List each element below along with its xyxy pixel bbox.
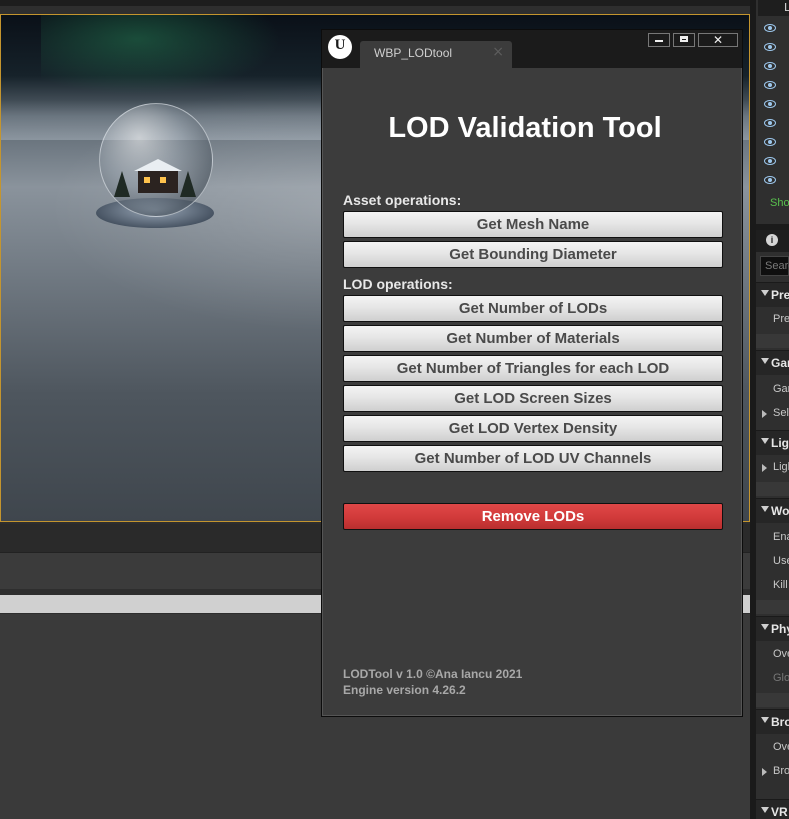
details-search-input[interactable]: Searc — [760, 256, 789, 276]
details-panel: L Sho i Searc Pre Pre Gar Gar Sel Ligh L… — [756, 0, 789, 819]
property-row[interactable]: Sel — [756, 402, 789, 426]
tab-label: WBP_LODtool — [374, 46, 453, 60]
category-header[interactable]: Ligh — [756, 430, 789, 455]
list-item[interactable] — [756, 132, 789, 151]
outliner-tab[interactable]: L — [758, 0, 789, 16]
property-row[interactable]: Pre — [756, 308, 789, 332]
category-header[interactable]: VR — [756, 799, 789, 819]
category-header[interactable]: Bro — [756, 709, 789, 734]
cabin — [134, 159, 182, 193]
category-spacer — [756, 334, 789, 348]
eye-icon[interactable] — [764, 137, 776, 146]
tree-left — [114, 171, 130, 197]
category-header[interactable]: Pre — [756, 282, 789, 307]
get-bounding-diameter-button[interactable]: Get Bounding Diameter — [343, 241, 723, 268]
info-icon: i — [766, 234, 778, 246]
page-title: LOD Validation Tool — [388, 112, 662, 144]
property-row[interactable]: Ove — [756, 643, 789, 667]
list-item[interactable] — [756, 151, 789, 170]
property-row[interactable]: Bro — [756, 760, 789, 784]
chevron-down-icon — [761, 290, 769, 296]
eye-icon[interactable] — [764, 80, 776, 89]
category-spacer — [756, 482, 789, 496]
maximize-button[interactable] — [673, 33, 695, 47]
snowglobe-mesh[interactable] — [96, 103, 216, 233]
property-row: Glo — [773, 672, 789, 684]
engine-version: Engine version 4.26.2 — [343, 683, 466, 697]
list-item[interactable] — [756, 37, 789, 56]
search-placeholder: Searc — [765, 260, 789, 272]
show-options-link[interactable]: Sho — [770, 197, 789, 209]
chevron-down-icon — [761, 506, 769, 512]
get-number-of-lods-button[interactable]: Get Number of LODs — [343, 295, 723, 322]
chevron-down-icon — [761, 807, 769, 813]
get-lod-vertex-density-button[interactable]: Get LOD Vertex Density — [343, 415, 723, 442]
property-row[interactable]: Ove — [756, 736, 789, 760]
get-number-of-materials-button[interactable]: Get Number of Materials — [343, 325, 723, 352]
window-titlebar[interactable]: WBP_LODtool × ✕ — [322, 30, 742, 68]
eye-icon[interactable] — [764, 99, 776, 108]
unreal-logo-icon — [328, 35, 352, 59]
list-item[interactable] — [756, 170, 789, 189]
editor-toolbar-strip — [0, 0, 752, 6]
eye-icon[interactable] — [764, 42, 776, 51]
get-lod-uv-channels-button[interactable]: Get Number of LOD UV Channels — [343, 445, 723, 472]
details-header: i — [756, 230, 789, 252]
eye-icon[interactable] — [764, 175, 776, 184]
asset-operations-label: Asset operations: — [343, 192, 462, 208]
remove-lods-button[interactable]: Remove LODs — [343, 503, 723, 530]
list-item[interactable] — [756, 75, 789, 94]
list-item[interactable] — [756, 56, 789, 75]
chevron-down-icon — [761, 438, 769, 444]
chevron-right-icon — [762, 410, 767, 418]
cabin-window — [160, 177, 166, 183]
aurora-glow — [41, 15, 281, 95]
category-spacer — [756, 693, 789, 707]
property-row[interactable]: Gar — [756, 378, 789, 402]
list-item[interactable] — [756, 113, 789, 132]
lod-tool-window: WBP_LODtool × ✕ LOD Validation Tool Asse… — [321, 29, 743, 717]
eye-icon[interactable] — [764, 156, 776, 165]
category-header[interactable]: Wo — [756, 498, 789, 523]
property-row[interactable]: Kill — [756, 574, 789, 598]
category-header[interactable]: Phy — [756, 616, 789, 641]
property-row[interactable]: Ena — [756, 526, 789, 550]
cabin-window — [144, 177, 150, 183]
tab-wbp-lodtool[interactable]: WBP_LODtool × — [360, 41, 512, 68]
eye-icon[interactable] — [764, 61, 776, 70]
lod-operations-label: LOD operations: — [343, 276, 453, 292]
tree-right — [180, 171, 196, 197]
category-spacer — [756, 600, 789, 614]
outliner-tab-label: L — [784, 1, 789, 14]
eye-icon[interactable] — [764, 23, 776, 32]
tab-close-icon[interactable]: × — [492, 44, 504, 60]
property-row[interactable]: Ligh — [756, 456, 789, 480]
chevron-down-icon — [761, 358, 769, 364]
list-item[interactable] — [756, 94, 789, 113]
chevron-right-icon — [762, 464, 767, 472]
get-lod-screen-sizes-button[interactable]: Get LOD Screen Sizes — [343, 385, 723, 412]
get-triangles-per-lod-button[interactable]: Get Number of Triangles for each LOD — [343, 355, 723, 382]
close-button[interactable]: ✕ — [698, 33, 738, 47]
get-mesh-name-button[interactable]: Get Mesh Name — [343, 211, 723, 238]
chevron-down-icon — [761, 717, 769, 723]
minimize-button[interactable] — [648, 33, 670, 47]
list-item[interactable] — [756, 18, 789, 37]
category-header[interactable]: Gar — [756, 350, 789, 375]
chevron-right-icon — [762, 768, 767, 776]
outliner-visibility-list — [756, 18, 789, 189]
eye-icon[interactable] — [764, 118, 776, 127]
version-credit: LODTool v 1.0 ©Ana Iancu 2021 — [343, 667, 523, 681]
chevron-down-icon — [761, 624, 769, 630]
property-row[interactable]: Use — [756, 550, 789, 574]
